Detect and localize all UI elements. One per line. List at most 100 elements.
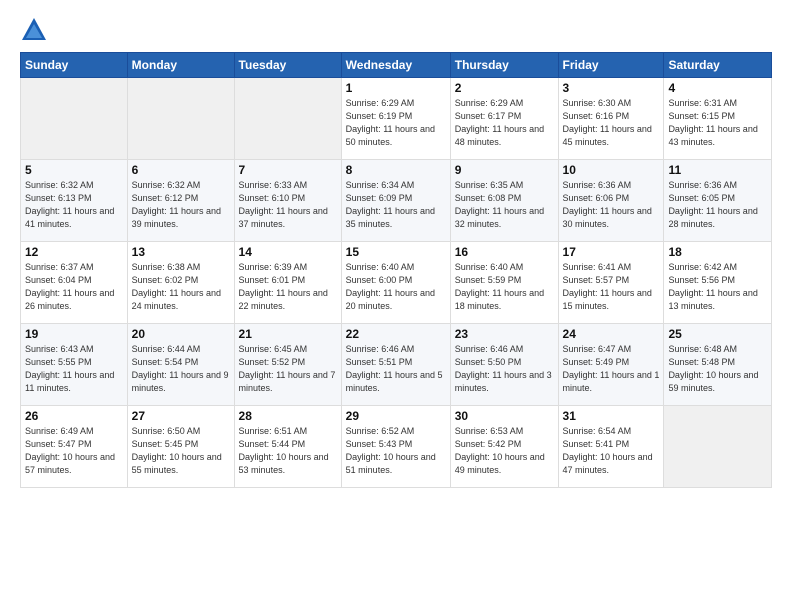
cell-info: Sunrise: 6:46 AMSunset: 5:50 PMDaylight:… bbox=[455, 344, 552, 393]
day-number: 19 bbox=[25, 327, 123, 341]
day-number: 13 bbox=[132, 245, 230, 259]
calendar-cell: 8Sunrise: 6:34 AMSunset: 6:09 PMDaylight… bbox=[341, 160, 450, 242]
weekday-header: Wednesday bbox=[341, 53, 450, 78]
calendar-cell: 15 Sunrise: 6:40 AMSunset: 6:00 PMDayligh… bbox=[341, 242, 450, 324]
cell-info: Sunrise: 6:32 AMSunset: 6:13 PMDaylight:… bbox=[25, 180, 114, 229]
calendar-cell bbox=[234, 78, 341, 160]
calendar-cell: 19 Sunrise: 6:43 AMSunset: 5:55 PMDayligh… bbox=[21, 324, 128, 406]
cell-info: Sunrise: 6:42 AMSunset: 5:56 PMDaylight:… bbox=[668, 262, 757, 311]
calendar-cell bbox=[127, 78, 234, 160]
calendar-cell: 30 Sunrise: 6:53 AMSunset: 5:42 PMDayligh… bbox=[450, 406, 558, 488]
day-number: 28 bbox=[239, 409, 337, 423]
cell-info: Sunrise: 6:48 AMSunset: 5:48 PMDaylight:… bbox=[668, 344, 758, 393]
day-number: 18 bbox=[668, 245, 767, 259]
calendar-cell: 2 Sunrise: 6:29 AMSunset: 6:17 PMDaylight… bbox=[450, 78, 558, 160]
weekday-header: Thursday bbox=[450, 53, 558, 78]
cell-info: Sunrise: 6:31 AMSunset: 6:15 PMDaylight:… bbox=[668, 98, 757, 147]
cell-info: Sunrise: 6:32 AMSunset: 6:12 PMDaylight:… bbox=[132, 180, 221, 229]
day-number: 7 bbox=[239, 163, 337, 177]
weekday-header-row: SundayMondayTuesdayWednesdayThursdayFrid… bbox=[21, 53, 772, 78]
cell-info: Sunrise: 6:49 AMSunset: 5:47 PMDaylight:… bbox=[25, 426, 115, 475]
day-number: 17 bbox=[563, 245, 660, 259]
calendar-cell: 4 Sunrise: 6:31 AMSunset: 6:15 PMDaylight… bbox=[664, 78, 772, 160]
cell-info: Sunrise: 6:50 AMSunset: 5:45 PMDaylight:… bbox=[132, 426, 222, 475]
calendar-cell: 28Sunrise: 6:51 AMSunset: 5:44 PMDayligh… bbox=[234, 406, 341, 488]
calendar-cell: 26 Sunrise: 6:49 AMSunset: 5:47 PMDayligh… bbox=[21, 406, 128, 488]
calendar-cell: 12 Sunrise: 6:37 AMSunset: 6:04 PMDayligh… bbox=[21, 242, 128, 324]
calendar-cell: 31Sunrise: 6:54 AMSunset: 5:41 PMDayligh… bbox=[558, 406, 664, 488]
day-number: 15 bbox=[346, 245, 446, 259]
day-number: 14 bbox=[239, 245, 337, 259]
calendar-cell: 16Sunrise: 6:40 AMSunset: 5:59 PMDayligh… bbox=[450, 242, 558, 324]
day-number: 24 bbox=[563, 327, 660, 341]
calendar-cell: 27 Sunrise: 6:50 AMSunset: 5:45 PMDayligh… bbox=[127, 406, 234, 488]
calendar-cell: 24 Sunrise: 6:47 AMSunset: 5:49 PMDayligh… bbox=[558, 324, 664, 406]
weekday-header: Sunday bbox=[21, 53, 128, 78]
calendar-cell: 1 Sunrise: 6:29 AMSunset: 6:19 PMDaylight… bbox=[341, 78, 450, 160]
day-number: 29 bbox=[346, 409, 446, 423]
weekday-header: Tuesday bbox=[234, 53, 341, 78]
calendar-week-row: 5 Sunrise: 6:32 AMSunset: 6:13 PMDaylight… bbox=[21, 160, 772, 242]
calendar-cell: 21 Sunrise: 6:45 AMSunset: 5:52 PMDayligh… bbox=[234, 324, 341, 406]
weekday-header: Monday bbox=[127, 53, 234, 78]
day-number: 1 bbox=[346, 81, 446, 95]
day-number: 2 bbox=[455, 81, 554, 95]
calendar-week-row: 12 Sunrise: 6:37 AMSunset: 6:04 PMDayligh… bbox=[21, 242, 772, 324]
day-number: 22 bbox=[346, 327, 446, 341]
calendar-cell: 23Sunrise: 6:46 AMSunset: 5:50 PMDayligh… bbox=[450, 324, 558, 406]
calendar-cell: 20 Sunrise: 6:44 AMSunset: 5:54 PMDayligh… bbox=[127, 324, 234, 406]
logo bbox=[20, 16, 52, 44]
calendar-cell: 9Sunrise: 6:35 AMSunset: 6:08 PMDaylight… bbox=[450, 160, 558, 242]
weekday-header: Saturday bbox=[664, 53, 772, 78]
calendar-cell: 18 Sunrise: 6:42 AMSunset: 5:56 PMDayligh… bbox=[664, 242, 772, 324]
day-number: 30 bbox=[455, 409, 554, 423]
calendar-cell: 17 Sunrise: 6:41 AMSunset: 5:57 PMDayligh… bbox=[558, 242, 664, 324]
day-number: 31 bbox=[563, 409, 660, 423]
day-number: 4 bbox=[668, 81, 767, 95]
calendar-week-row: 1 Sunrise: 6:29 AMSunset: 6:19 PMDaylight… bbox=[21, 78, 772, 160]
day-number: 25 bbox=[668, 327, 767, 341]
page: SundayMondayTuesdayWednesdayThursdayFrid… bbox=[0, 0, 792, 612]
cell-info: Sunrise: 6:47 AMSunset: 5:49 PMDaylight:… bbox=[563, 344, 660, 393]
cell-info: Sunrise: 6:45 AMSunset: 5:52 PMDaylight:… bbox=[239, 344, 336, 393]
cell-info: Sunrise: 6:38 AMSunset: 6:02 PMDaylight:… bbox=[132, 262, 221, 311]
day-number: 5 bbox=[25, 163, 123, 177]
calendar-cell: 5 Sunrise: 6:32 AMSunset: 6:13 PMDaylight… bbox=[21, 160, 128, 242]
cell-info: Sunrise: 6:36 AMSunset: 6:05 PMDaylight:… bbox=[668, 180, 757, 229]
cell-info: Sunrise: 6:29 AMSunset: 6:19 PMDaylight:… bbox=[346, 98, 435, 147]
day-number: 10 bbox=[563, 163, 660, 177]
cell-info: Sunrise: 6:37 AMSunset: 6:04 PMDaylight:… bbox=[25, 262, 114, 311]
cell-info: Sunrise: 6:53 AMSunset: 5:42 PMDaylight:… bbox=[455, 426, 545, 475]
day-number: 26 bbox=[25, 409, 123, 423]
calendar: SundayMondayTuesdayWednesdayThursdayFrid… bbox=[20, 52, 772, 488]
day-number: 3 bbox=[563, 81, 660, 95]
calendar-cell: 3 Sunrise: 6:30 AMSunset: 6:16 PMDaylight… bbox=[558, 78, 664, 160]
day-number: 11 bbox=[668, 163, 767, 177]
calendar-cell: 29Sunrise: 6:52 AMSunset: 5:43 PMDayligh… bbox=[341, 406, 450, 488]
calendar-cell: 11 Sunrise: 6:36 AMSunset: 6:05 PMDayligh… bbox=[664, 160, 772, 242]
calendar-cell: 25 Sunrise: 6:48 AMSunset: 5:48 PMDayligh… bbox=[664, 324, 772, 406]
cell-info: Sunrise: 6:44 AMSunset: 5:54 PMDaylight:… bbox=[132, 344, 229, 393]
day-number: 27 bbox=[132, 409, 230, 423]
calendar-cell: 13 Sunrise: 6:38 AMSunset: 6:02 PMDayligh… bbox=[127, 242, 234, 324]
calendar-week-row: 19 Sunrise: 6:43 AMSunset: 5:55 PMDayligh… bbox=[21, 324, 772, 406]
cell-info: Sunrise: 6:39 AMSunset: 6:01 PMDaylight:… bbox=[239, 262, 328, 311]
cell-info: Sunrise: 6:40 AMSunset: 6:00 PMDaylight:… bbox=[346, 262, 435, 311]
cell-info: Sunrise: 6:29 AMSunset: 6:17 PMDaylight:… bbox=[455, 98, 544, 147]
day-number: 9 bbox=[455, 163, 554, 177]
cell-info: Sunrise: 6:43 AMSunset: 5:55 PMDaylight:… bbox=[25, 344, 114, 393]
calendar-cell: 14 Sunrise: 6:39 AMSunset: 6:01 PMDayligh… bbox=[234, 242, 341, 324]
day-number: 12 bbox=[25, 245, 123, 259]
cell-info: Sunrise: 6:33 AMSunset: 6:10 PMDaylight:… bbox=[239, 180, 328, 229]
day-number: 20 bbox=[132, 327, 230, 341]
calendar-cell: 6 Sunrise: 6:32 AMSunset: 6:12 PMDaylight… bbox=[127, 160, 234, 242]
cell-info: Sunrise: 6:30 AMSunset: 6:16 PMDaylight:… bbox=[563, 98, 652, 147]
day-number: 21 bbox=[239, 327, 337, 341]
cell-info: Sunrise: 6:34 AMSunset: 6:09 PMDaylight:… bbox=[346, 180, 435, 229]
cell-info: Sunrise: 6:36 AMSunset: 6:06 PMDaylight:… bbox=[563, 180, 652, 229]
day-number: 6 bbox=[132, 163, 230, 177]
logo-icon bbox=[20, 16, 48, 44]
cell-info: Sunrise: 6:46 AMSunset: 5:51 PMDaylight:… bbox=[346, 344, 443, 393]
calendar-cell bbox=[21, 78, 128, 160]
cell-info: Sunrise: 6:41 AMSunset: 5:57 PMDaylight:… bbox=[563, 262, 652, 311]
